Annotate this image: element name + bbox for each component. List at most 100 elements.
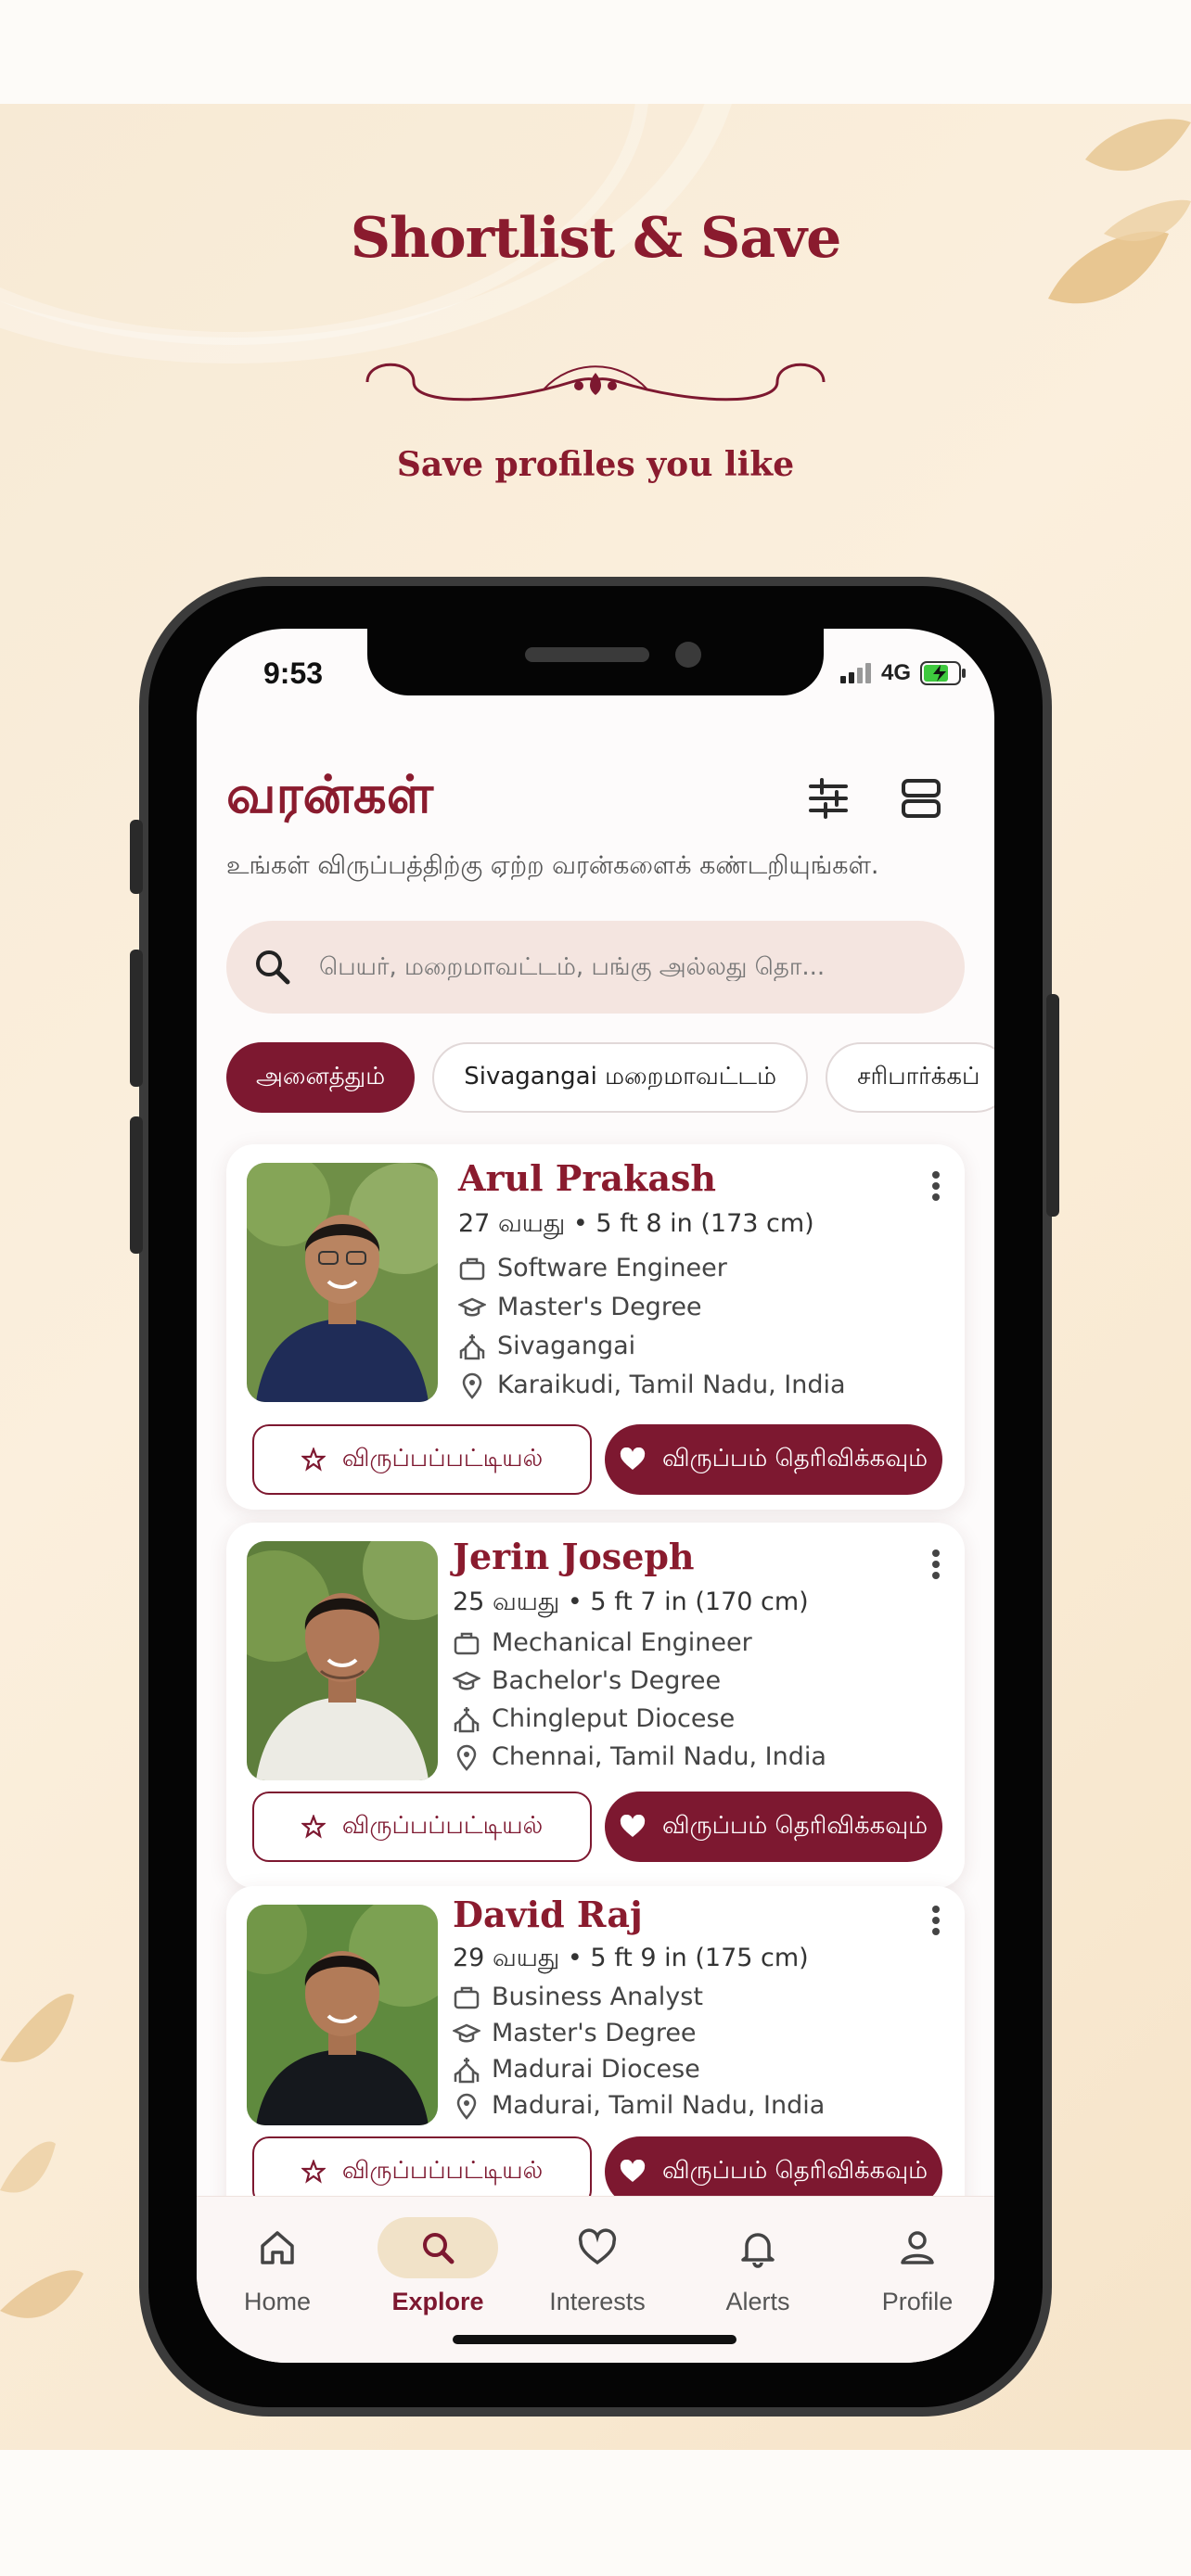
profile-diocese-text: Sivagangai bbox=[497, 1332, 636, 1360]
flourish-ornament bbox=[365, 363, 826, 402]
send-interest-button[interactable]: விருப்பம் தெரிவிக்கவும் bbox=[605, 1792, 942, 1862]
more-options-icon[interactable] bbox=[931, 1905, 941, 1936]
profile-job: Mechanical Engineer bbox=[453, 1628, 752, 1657]
graduation-cap-icon bbox=[458, 1297, 486, 1316]
star-icon bbox=[301, 2160, 326, 2184]
phone-side-button bbox=[1046, 994, 1059, 1217]
send-interest-label: விருப்பம் தெரிவிக்கவும் bbox=[661, 2156, 928, 2185]
status-time: 9:53 bbox=[263, 657, 324, 690]
nav-explore[interactable]: Explore bbox=[368, 2217, 507, 2316]
more-options-icon[interactable] bbox=[931, 1170, 941, 1202]
profile-job: Business Analyst bbox=[453, 1983, 703, 2011]
page-subtitle: உங்கள் விருப்பத்திற்கு ஏற்ற வரன்களைக் கண… bbox=[226, 851, 879, 880]
bell-icon bbox=[741, 2233, 775, 2268]
nav-alerts-label: Alerts bbox=[725, 2288, 790, 2315]
location-pin-icon bbox=[456, 2093, 477, 2120]
chip-sivagangai[interactable]: Sivagangai மறைமாவட்டம் bbox=[432, 1042, 809, 1113]
profile-photo[interactable] bbox=[247, 1163, 438, 1402]
church-icon bbox=[454, 2057, 480, 2083]
chip-all[interactable]: அனைத்தும் bbox=[226, 1042, 416, 1113]
subhead: Save profiles you like bbox=[396, 445, 795, 484]
view-toggle-icon[interactable] bbox=[898, 775, 944, 822]
send-interest-label: விருப்பம் தெரிவிக்கவும் bbox=[661, 1811, 928, 1840]
more-options-icon[interactable] bbox=[931, 1549, 941, 1580]
leaf-decoration bbox=[0, 1994, 83, 2318]
shortlist-label: விருப்பப்பட்டியல் bbox=[341, 1811, 544, 1840]
graduation-cap-icon bbox=[453, 2023, 480, 2042]
profile-name: Jerin Joseph bbox=[453, 1536, 695, 1577]
nav-interests[interactable]: Interests bbox=[528, 2217, 667, 2316]
briefcase-icon bbox=[454, 1632, 480, 1654]
phone-notch bbox=[367, 629, 824, 695]
heart-icon bbox=[620, 2160, 646, 2182]
star-icon bbox=[301, 1447, 326, 1472]
page-title: வரன்கள் bbox=[226, 764, 434, 825]
shortlist-label: விருப்பப்பட்டியல் bbox=[341, 1444, 544, 1473]
profile-age-height: 29 வயது • 5 ft 9 in (175 cm) bbox=[453, 1944, 809, 1972]
nav-profile-label: Profile bbox=[881, 2288, 954, 2315]
user-icon bbox=[901, 2231, 934, 2264]
profile-name: David Raj bbox=[453, 1894, 643, 1935]
phone-side-button bbox=[130, 820, 143, 894]
filter-chips: அனைத்தும் Sivagangai மறைமாவட்டம் சரிபார்… bbox=[226, 1042, 994, 1116]
phone-side-button bbox=[130, 1116, 143, 1254]
location-pin-icon bbox=[456, 1744, 477, 1771]
star-icon bbox=[301, 1815, 326, 1839]
profile-education: Master's Degree bbox=[453, 2019, 697, 2047]
heart-icon bbox=[620, 1815, 646, 1837]
status-indicators: 4G bbox=[839, 660, 967, 686]
profile-location-text: Chennai, Tamil Nadu, India bbox=[492, 1742, 826, 1771]
nav-alerts[interactable]: Alerts bbox=[688, 2217, 827, 2316]
search-input[interactable] bbox=[319, 953, 913, 981]
nav-interests-label: Interests bbox=[549, 2288, 646, 2315]
nav-profile[interactable]: Profile bbox=[848, 2217, 987, 2316]
heart-icon bbox=[578, 2228, 617, 2265]
profile-diocese: Sivagangai bbox=[458, 1332, 635, 1360]
profile-name: Arul Prakash bbox=[458, 1157, 716, 1199]
graduation-cap-icon bbox=[453, 1671, 480, 1690]
profile-job-text: Mechanical Engineer bbox=[492, 1628, 752, 1657]
church-icon bbox=[454, 1706, 480, 1732]
profile-education-text: Bachelor's Degree bbox=[492, 1666, 722, 1695]
search-icon bbox=[423, 2233, 455, 2264]
chip-verified[interactable]: சரிபார்க்கப் bbox=[826, 1042, 994, 1113]
profile-location-text: Madurai, Tamil Nadu, India bbox=[492, 2091, 826, 2120]
profile-job-text: Software Engineer bbox=[497, 1254, 727, 1282]
profile-age-height: 27 வயது • 5 ft 8 in (173 cm) bbox=[458, 1209, 814, 1238]
phone-side-button bbox=[130, 950, 143, 1087]
profile-photo[interactable] bbox=[247, 1541, 438, 1780]
send-interest-button[interactable]: விருப்பம் தெரிவிக்கவும் bbox=[605, 1424, 942, 1495]
profile-location: Madurai, Tamil Nadu, India bbox=[453, 2091, 825, 2120]
profile-diocese: Chingleput Diocese bbox=[453, 1704, 735, 1733]
headline: Shortlist & Save bbox=[350, 206, 842, 271]
search-icon bbox=[256, 950, 290, 985]
profile-job: Software Engineer bbox=[458, 1254, 727, 1282]
profile-education-text: Master's Degree bbox=[497, 1293, 702, 1321]
home-icon bbox=[261, 2231, 294, 2264]
location-pin-icon bbox=[462, 1372, 482, 1399]
signal-icon bbox=[839, 663, 871, 683]
church-icon bbox=[459, 1333, 485, 1359]
profile-diocese: Madurai Diocese bbox=[453, 2055, 700, 2084]
profile-card[interactable]: Jerin Joseph 25 வயது • 5 ft 7 in (170 cm… bbox=[226, 1523, 965, 1888]
network-label: 4G bbox=[880, 660, 911, 685]
search-bar[interactable] bbox=[226, 921, 965, 1014]
shortlist-button[interactable]: விருப்பப்பட்டியல் bbox=[252, 1424, 592, 1495]
profile-location: Chennai, Tamil Nadu, India bbox=[453, 1742, 826, 1771]
filter-sliders-icon[interactable] bbox=[805, 775, 852, 822]
nav-home-label: Home bbox=[243, 2288, 312, 2315]
profile-card[interactable]: Arul Prakash 27 வயது • 5 ft 8 in (173 cm… bbox=[226, 1144, 965, 1510]
profile-education-text: Master's Degree bbox=[492, 2019, 697, 2047]
profile-age-height: 25 வயது • 5 ft 7 in (170 cm) bbox=[453, 1588, 809, 1616]
briefcase-icon bbox=[459, 1257, 485, 1280]
nav-explore-label: Explore bbox=[391, 2288, 484, 2315]
profile-education: Bachelor's Degree bbox=[453, 1666, 721, 1695]
send-interest-label: விருப்பம் தெரிவிக்கவும் bbox=[661, 1444, 928, 1473]
nav-home[interactable]: Home bbox=[208, 2217, 347, 2316]
profile-photo[interactable] bbox=[247, 1905, 438, 2125]
profile-education: Master's Degree bbox=[458, 1293, 702, 1321]
heart-icon bbox=[620, 1447, 646, 1470]
profile-diocese-text: Madurai Diocese bbox=[492, 2055, 700, 2084]
shortlist-button[interactable]: விருப்பப்பட்டியல் bbox=[252, 1792, 592, 1862]
shortlist-label: விருப்பப்பட்டியல் bbox=[341, 2156, 544, 2185]
